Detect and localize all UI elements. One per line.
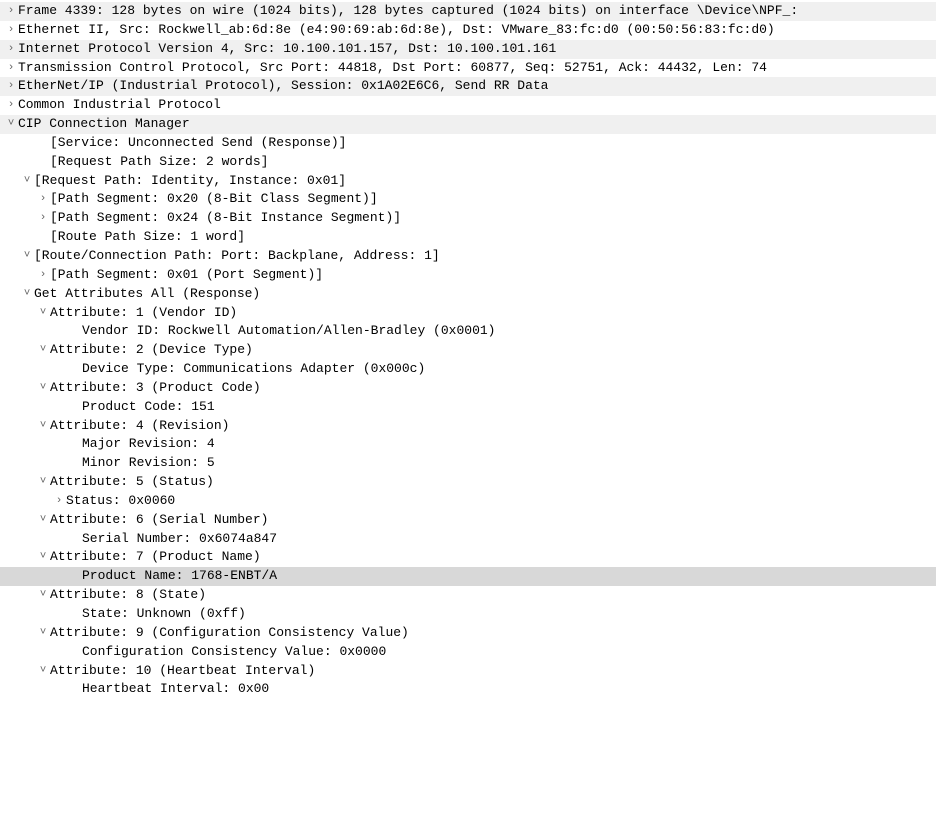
tree-row-label: [Path Segment: 0x01 (Port Segment)] [50,266,932,285]
tree-row[interactable]: ˅Attribute: 5 (Status) [0,473,936,492]
expand-icon[interactable]: › [4,40,18,59]
collapse-icon[interactable]: ˅ [36,662,50,681]
tree-row-label: Minor Revision: 5 [82,454,932,473]
tree-row-label: Internet Protocol Version 4, Src: 10.100… [18,40,932,59]
tree-row[interactable]: ›Transmission Control Protocol, Src Port… [0,59,936,78]
tree-row-label: [Request Path Size: 2 words] [50,153,932,172]
tree-row-label: Serial Number: 0x6074a847 [82,530,932,549]
collapse-icon[interactable]: ˅ [36,417,50,436]
tree-row-label: Attribute: 8 (State) [50,586,932,605]
collapse-icon[interactable]: ˅ [36,304,50,323]
tree-row[interactable]: ›Ethernet II, Src: Rockwell_ab:6d:8e (e4… [0,21,936,40]
tree-row[interactable]: ˅Attribute: 6 (Serial Number) [0,511,936,530]
tree-row[interactable]: Vendor ID: Rockwell Automation/Allen-Bra… [0,322,936,341]
tree-row-label: [Path Segment: 0x20 (8-Bit Class Segment… [50,190,932,209]
tree-row[interactable]: [Request Path Size: 2 words] [0,153,936,172]
tree-row[interactable]: ˅[Route/Connection Path: Port: Backplane… [0,247,936,266]
tree-row[interactable]: ›Frame 4339: 128 bytes on wire (1024 bit… [0,2,936,21]
tree-row[interactable]: ›[Path Segment: 0x01 (Port Segment)] [0,266,936,285]
collapse-icon[interactable]: ˅ [4,115,18,134]
tree-row-label: Attribute: 4 (Revision) [50,417,932,436]
tree-row-label: Attribute: 5 (Status) [50,473,932,492]
collapse-icon[interactable]: ˅ [36,341,50,360]
tree-row[interactable]: ›[Path Segment: 0x24 (8-Bit Instance Seg… [0,209,936,228]
tree-row-label: [Route/Connection Path: Port: Backplane,… [34,247,932,266]
collapse-icon[interactable]: ˅ [20,172,34,191]
tree-row[interactable]: Device Type: Communications Adapter (0x0… [0,360,936,379]
expand-icon[interactable]: › [4,96,18,115]
tree-row[interactable]: Major Revision: 4 [0,435,936,454]
tree-row[interactable]: ˅Attribute: 2 (Device Type) [0,341,936,360]
tree-row-label: CIP Connection Manager [18,115,932,134]
collapse-icon[interactable]: ˅ [36,473,50,492]
tree-row-label: Frame 4339: 128 bytes on wire (1024 bits… [18,2,932,21]
tree-row-label: Vendor ID: Rockwell Automation/Allen-Bra… [82,322,932,341]
tree-row-label: Product Code: 151 [82,398,932,417]
tree-row-label: Get Attributes All (Response) [34,285,932,304]
tree-row-label: Device Type: Communications Adapter (0x0… [82,360,932,379]
tree-row[interactable]: Serial Number: 0x6074a847 [0,530,936,549]
tree-row-label: Attribute: 3 (Product Code) [50,379,932,398]
packet-details-tree[interactable]: ›Frame 4339: 128 bytes on wire (1024 bit… [0,2,936,699]
tree-row[interactable]: ˅Attribute: 7 (Product Name) [0,548,936,567]
tree-row-label: Common Industrial Protocol [18,96,932,115]
tree-row-label: Attribute: 6 (Serial Number) [50,511,932,530]
tree-row[interactable]: [Route Path Size: 1 word] [0,228,936,247]
tree-row[interactable]: ›EtherNet/IP (Industrial Protocol), Sess… [0,77,936,96]
tree-row[interactable]: ›Internet Protocol Version 4, Src: 10.10… [0,40,936,59]
expand-icon[interactable]: › [4,59,18,78]
tree-row[interactable]: ˅Attribute: 4 (Revision) [0,417,936,436]
expand-icon[interactable]: › [4,21,18,40]
tree-row[interactable]: Heartbeat Interval: 0x00 [0,680,936,699]
tree-row[interactable]: ˅Get Attributes All (Response) [0,285,936,304]
collapse-icon[interactable]: ˅ [20,247,34,266]
tree-row[interactable]: ›Status: 0x0060 [0,492,936,511]
tree-row-label: Heartbeat Interval: 0x00 [82,680,932,699]
tree-row[interactable]: State: Unknown (0xff) [0,605,936,624]
collapse-icon[interactable]: ˅ [36,548,50,567]
tree-row[interactable]: ˅[Request Path: Identity, Instance: 0x01… [0,172,936,191]
tree-row-label: EtherNet/IP (Industrial Protocol), Sessi… [18,77,932,96]
tree-row[interactable]: Product Name: 1768-ENBT/A [0,567,936,586]
tree-row-label: Configuration Consistency Value: 0x0000 [82,643,932,662]
expand-icon[interactable]: › [52,492,66,511]
expand-icon[interactable]: › [36,266,50,285]
expand-icon[interactable]: › [36,209,50,228]
collapse-icon[interactable]: ˅ [20,285,34,304]
tree-row-label: [Service: Unconnected Send (Response)] [50,134,932,153]
tree-row[interactable]: ˅CIP Connection Manager [0,115,936,134]
tree-row-label: Major Revision: 4 [82,435,932,454]
tree-row[interactable]: ›[Path Segment: 0x20 (8-Bit Class Segmen… [0,190,936,209]
tree-row[interactable]: Product Code: 151 [0,398,936,417]
tree-row[interactable]: ›Common Industrial Protocol [0,96,936,115]
tree-row-label: State: Unknown (0xff) [82,605,932,624]
tree-row-label: [Path Segment: 0x24 (8-Bit Instance Segm… [50,209,932,228]
collapse-icon[interactable]: ˅ [36,624,50,643]
collapse-icon[interactable]: ˅ [36,379,50,398]
tree-row[interactable]: ˅Attribute: 1 (Vendor ID) [0,304,936,323]
tree-row[interactable]: Minor Revision: 5 [0,454,936,473]
tree-row-label: Product Name: 1768-ENBT/A [82,567,932,586]
tree-row[interactable]: Configuration Consistency Value: 0x0000 [0,643,936,662]
tree-row-label: Attribute: 10 (Heartbeat Interval) [50,662,932,681]
tree-row[interactable]: ˅Attribute: 9 (Configuration Consistency… [0,624,936,643]
tree-row[interactable]: ˅Attribute: 8 (State) [0,586,936,605]
tree-row-label: Attribute: 7 (Product Name) [50,548,932,567]
expand-icon[interactable]: › [36,190,50,209]
collapse-icon[interactable]: ˅ [36,511,50,530]
tree-row-label: [Route Path Size: 1 word] [50,228,932,247]
tree-row-label: Attribute: 9 (Configuration Consistency … [50,624,932,643]
tree-row-label: [Request Path: Identity, Instance: 0x01] [34,172,932,191]
expand-icon[interactable]: › [4,77,18,96]
tree-row[interactable]: ˅Attribute: 3 (Product Code) [0,379,936,398]
tree-row[interactable]: [Service: Unconnected Send (Response)] [0,134,936,153]
tree-row-label: Attribute: 2 (Device Type) [50,341,932,360]
tree-row-label: Status: 0x0060 [66,492,932,511]
collapse-icon[interactable]: ˅ [36,586,50,605]
tree-row-label: Attribute: 1 (Vendor ID) [50,304,932,323]
tree-row-label: Ethernet II, Src: Rockwell_ab:6d:8e (e4:… [18,21,932,40]
tree-row[interactable]: ˅Attribute: 10 (Heartbeat Interval) [0,662,936,681]
tree-row-label: Transmission Control Protocol, Src Port:… [18,59,932,78]
expand-icon[interactable]: › [4,2,18,21]
